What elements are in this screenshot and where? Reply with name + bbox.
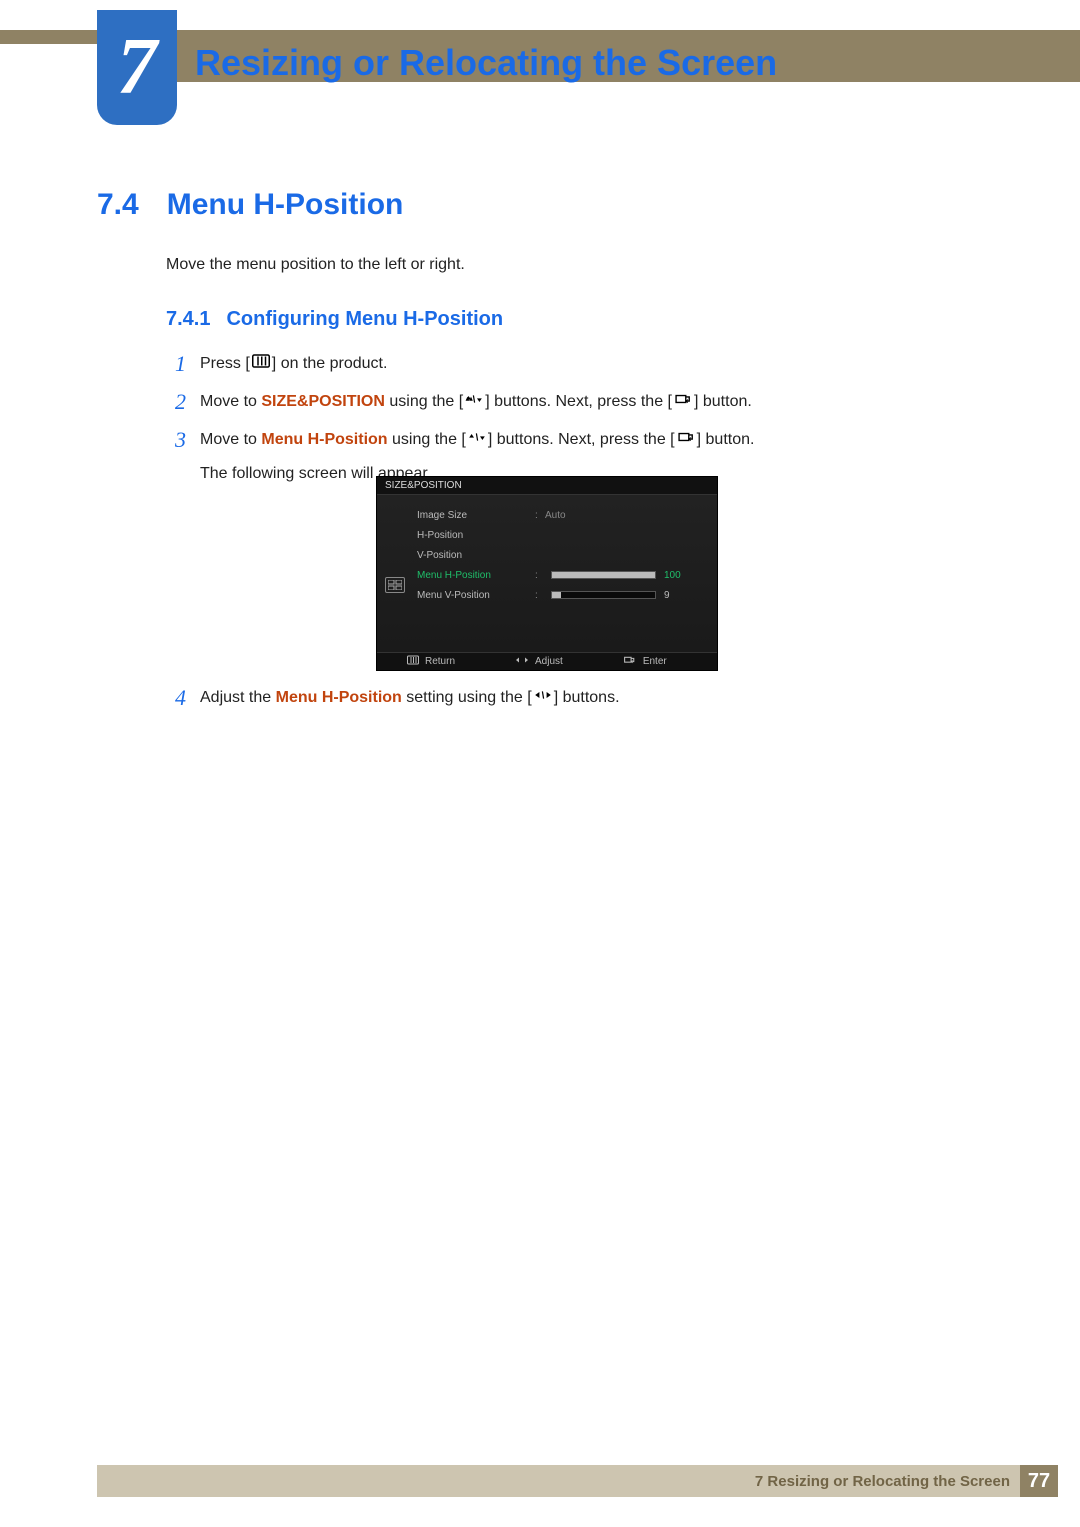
- step-text: ] buttons.: [554, 689, 620, 706]
- section-title: Menu H-Position: [167, 188, 404, 222]
- osd-value: 100: [664, 570, 681, 581]
- osd-footer: Return Adjust Enter: [377, 652, 717, 670]
- osd-value: 9: [664, 590, 670, 601]
- step-number: 1: [166, 350, 186, 378]
- enter-icon: [677, 426, 695, 454]
- osd-label: V-Position: [417, 550, 535, 561]
- chapter-title: Resizing or Relocating the Screen: [195, 42, 777, 84]
- menu-icon: [252, 350, 270, 378]
- osd-row-v-position: V-Position: [417, 545, 707, 565]
- step-body: Move to SIZE&POSITION using the [ ] butto…: [200, 388, 752, 416]
- subsection-title: Configuring Menu H-Position: [226, 308, 503, 331]
- osd-slider: [551, 591, 656, 599]
- step-highlight: Menu H-Position: [261, 432, 387, 449]
- step-2: 2 Move to SIZE&POSITION using the [ ] but…: [166, 388, 966, 416]
- enter-icon: [623, 655, 637, 668]
- up-down-icon: [468, 426, 486, 454]
- section-heading: 7.4 Menu H-Position: [97, 188, 403, 222]
- osd-label: Image Size: [417, 510, 535, 521]
- osd-colon: :: [535, 590, 545, 601]
- menu-icon: [407, 655, 419, 668]
- step-number: 4: [166, 684, 186, 712]
- step-text: ] on the product.: [272, 355, 388, 372]
- left-right-icon: [515, 655, 529, 668]
- osd-row-menu-h-position: Menu H-Position : 100: [417, 565, 707, 585]
- step-text: using the [: [385, 393, 463, 410]
- step-text: Adjust the: [200, 689, 276, 706]
- osd-footer-return: Return: [407, 655, 455, 668]
- page-number: 77: [1020, 1465, 1058, 1497]
- osd-title: SIZE&POSITION: [377, 477, 717, 495]
- section-number: 7.4: [97, 188, 139, 222]
- step-number: 2: [166, 388, 186, 416]
- page-number-value: 77: [1028, 1470, 1050, 1493]
- section-intro: Move the menu position to the left or ri…: [166, 256, 465, 274]
- step-text: ] buttons. Next, press the [: [485, 393, 672, 410]
- enter-icon: [674, 388, 692, 416]
- osd-category-icon: [385, 577, 405, 593]
- step-body: Adjust the Menu H-Position setting using…: [200, 684, 620, 712]
- step-number: 3: [166, 426, 186, 454]
- step-text: ] buttons. Next, press the [: [488, 432, 675, 449]
- left-right-icon: [534, 684, 552, 712]
- step-1: 1 Press [ ] on the product.: [166, 350, 966, 378]
- step-text: Press [: [200, 355, 250, 372]
- step-text: setting using the [: [402, 689, 532, 706]
- osd-footer-label: Adjust: [535, 656, 563, 667]
- osd-rows: Image Size : Auto H-Position V-Position …: [417, 505, 707, 605]
- osd-value: Auto: [545, 510, 605, 521]
- step-text: ] button.: [697, 432, 755, 449]
- step-highlight: SIZE&POSITION: [261, 393, 385, 410]
- osd-footer-label: Enter: [643, 656, 667, 667]
- step-text: ] button.: [694, 393, 752, 410]
- osd-slider-fill: [552, 572, 655, 578]
- osd-label: Menu V-Position: [417, 590, 535, 601]
- osd-row-h-position: H-Position: [417, 525, 707, 545]
- chapter-number: 7: [117, 22, 157, 113]
- osd-row-image-size: Image Size : Auto: [417, 505, 707, 525]
- osd-footer-label: Return: [425, 656, 455, 667]
- up-down-icon: [465, 388, 483, 416]
- step-text: using the [: [388, 432, 466, 449]
- osd-label: Menu H-Position: [417, 570, 535, 581]
- step-body: Move to Menu H-Position using the [ ] but…: [200, 426, 754, 454]
- footer-text: 7 Resizing or Relocating the Screen: [755, 1473, 1010, 1490]
- osd-body: Image Size : Auto H-Position V-Position …: [377, 495, 717, 652]
- subsection-number: 7.4.1: [166, 308, 210, 331]
- osd-footer-enter: Enter: [623, 655, 667, 668]
- step-text: Move to: [200, 432, 261, 449]
- step-highlight: Menu H-Position: [276, 689, 402, 706]
- osd-screenshot: SIZE&POSITION Image Size : Auto H-Positi…: [376, 476, 718, 671]
- step-text: Move to: [200, 393, 261, 410]
- osd-colon: :: [535, 510, 545, 521]
- osd-slider-fill: [552, 592, 561, 598]
- osd-row-menu-v-position: Menu V-Position : 9: [417, 585, 707, 605]
- osd-label: H-Position: [417, 530, 535, 541]
- manual-page: 7 Resizing or Relocating the Screen 7.4 …: [0, 0, 1080, 1527]
- step-4: 4 Adjust the Menu H-Position setting usi…: [166, 684, 620, 712]
- osd-footer-adjust: Adjust: [515, 655, 563, 668]
- osd-slider: [551, 571, 656, 579]
- step-3: 3 Move to Menu H-Position using the [ ] b…: [166, 426, 966, 454]
- chapter-tab: 7: [97, 10, 177, 125]
- subsection-heading: 7.4.1 Configuring Menu H-Position: [166, 308, 503, 331]
- steps-list: 1 Press [ ] on the product. 2 Move to SIZ…: [166, 350, 966, 483]
- osd-colon: :: [535, 570, 545, 581]
- step-body: Press [ ] on the product.: [200, 350, 387, 378]
- page-footer: 7 Resizing or Relocating the Screen 77: [97, 1465, 1058, 1497]
